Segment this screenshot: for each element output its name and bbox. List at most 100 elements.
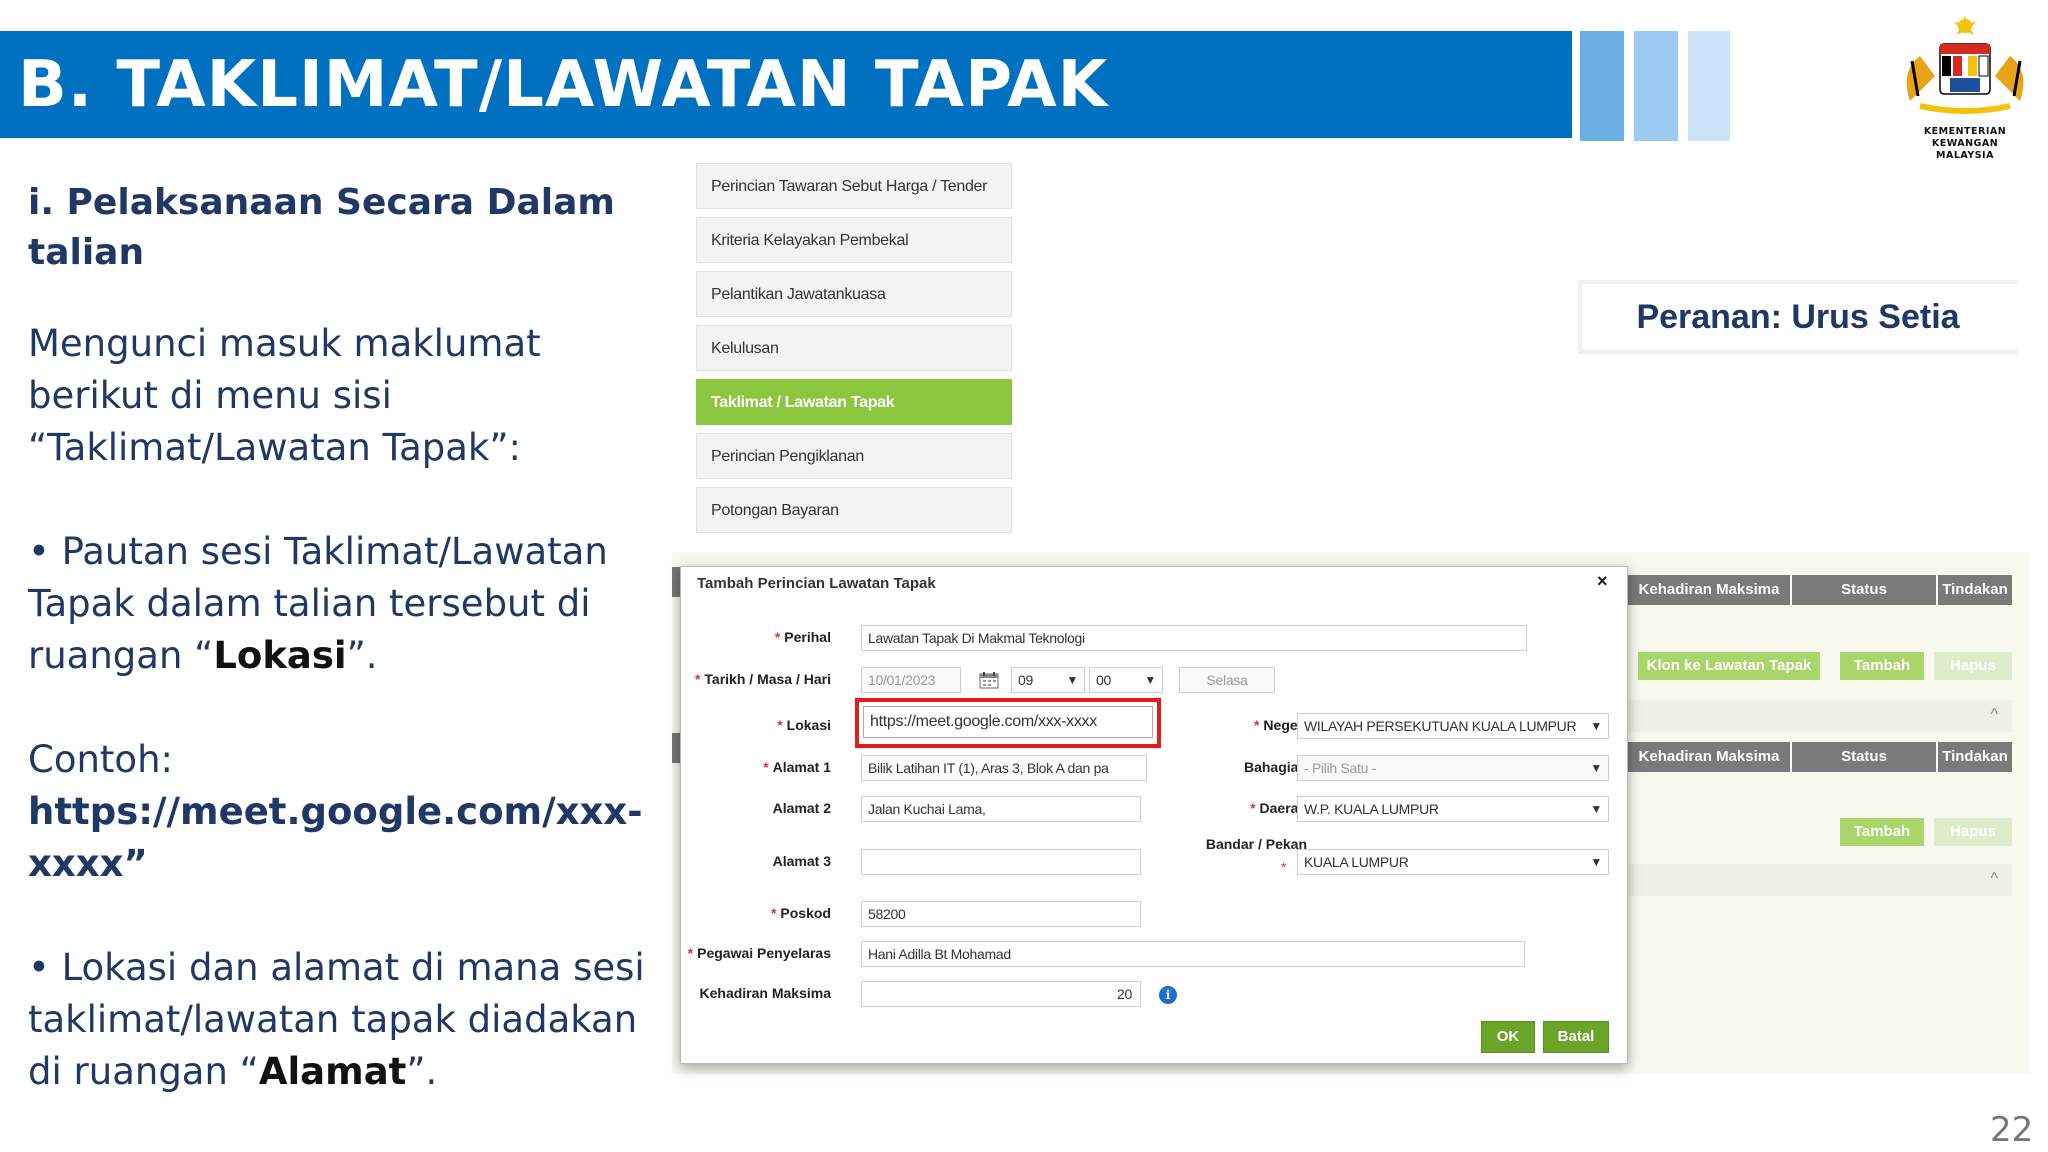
- negeri-value: WILAYAH PERSEKUTUAN KUALA LUMPUR: [1304, 718, 1577, 734]
- hour-value: 09: [1018, 672, 1033, 688]
- perihal-input[interactable]: Lawatan Tapak Di Makmal Teknologi: [861, 625, 1527, 651]
- header-decoration-bar: [1688, 31, 1730, 141]
- minute-value: 00: [1096, 672, 1111, 688]
- menu-item-taklimat-active[interactable]: Taklimat / Lawatan Tapak: [696, 379, 1012, 425]
- label-text: Pegawai Penyelaras: [697, 945, 831, 961]
- instruction-paragraph: Mengunci masuk maklumat berikut di menu …: [28, 322, 541, 469]
- chevron-down-icon: ▼: [1066, 673, 1078, 687]
- header-decoration-bar: [1580, 31, 1624, 141]
- ministry-name: KEMENTERIAN KEWANGAN: [1923, 126, 2007, 149]
- required-mark: *: [694, 671, 701, 687]
- info-icon[interactable]: i: [1159, 986, 1177, 1004]
- menu-item-potongan[interactable]: Potongan Bayaran: [696, 487, 1012, 533]
- menu-item-pengiklanan[interactable]: Perincian Pengiklanan: [696, 433, 1012, 479]
- chevron-down-icon: ▼: [1586, 714, 1602, 738]
- label-alamat2: Alamat 2: [772, 800, 831, 816]
- column-header-tindakan: Tindakan: [1942, 748, 2008, 765]
- instruction-lokasi: • Pautan sesi Taklimat/Lawatan Tapak dal…: [28, 526, 668, 682]
- chevron-down-icon: ▼: [1590, 855, 1602, 869]
- menu-item-pelantikan[interactable]: Pelantikan Jawatankuasa: [696, 271, 1012, 317]
- country-name: MALAYSIA: [1936, 150, 1994, 161]
- label-lokasi: * Lokasi: [777, 717, 831, 733]
- side-menu: Perincian Tawaran Sebut Harga / Tender K…: [696, 163, 1012, 541]
- hour-select[interactable]: 09 ▼: [1011, 667, 1085, 693]
- lokasi-highlight-box: [855, 698, 1161, 748]
- cancel-button[interactable]: Batal: [1543, 1021, 1609, 1053]
- add-button[interactable]: Tambah: [1840, 818, 1924, 846]
- label-text: Poskod: [780, 905, 831, 921]
- slide-title: B. TAKLIMAT/LAWATAN TAPAK: [18, 48, 1109, 122]
- chevron-up-icon[interactable]: ^: [1990, 706, 1998, 724]
- negeri-select[interactable]: WILAYAH PERSEKUTUAN KUALA LUMPUR ▼: [1297, 713, 1609, 739]
- clone-button[interactable]: Klon ke Lawatan Tapak: [1638, 652, 1820, 680]
- label-text: Tarikh / Masa / Hari: [704, 671, 831, 687]
- label-bandar: Bandar / Pekan: [1205, 836, 1307, 852]
- instruction-text: i. Pelaksanaan Secara Dalam talian Mengu…: [28, 178, 668, 1150]
- chevron-down-icon: ▼: [1144, 673, 1156, 687]
- date-input[interactable]: 10/01/2023: [861, 667, 961, 693]
- required-mark: *: [763, 759, 769, 775]
- column-header-status: Status: [1792, 742, 1938, 772]
- chevron-down-icon: ▼: [1590, 802, 1602, 816]
- example-label: Contoh:: [28, 738, 173, 781]
- chevron-up-icon[interactable]: ^: [1990, 870, 1998, 888]
- coat-of-arms-icon: [1906, 16, 2024, 114]
- minute-select[interactable]: 00 ▼: [1089, 667, 1163, 693]
- required-mark: *: [1250, 800, 1256, 816]
- calendar-icon[interactable]: [979, 671, 999, 689]
- alamat1-input[interactable]: Bilik Latihan IT (1), Aras 3, Blok A dan…: [861, 755, 1147, 781]
- add-button[interactable]: Tambah: [1840, 652, 1924, 680]
- label-poskod: * Poskod: [771, 905, 831, 921]
- page-number: 22: [1990, 1110, 2034, 1150]
- bahagian-select[interactable]: - Pilih Satu - ▼: [1297, 755, 1609, 781]
- instruction-alamat: • Lokasi dan alamat di mana sesi taklima…: [28, 942, 668, 1098]
- menu-item-kriteria-kelayakan[interactable]: Kriteria Kelayakan Pembekal: [696, 217, 1012, 263]
- required-mark: *: [1281, 859, 1287, 875]
- required-mark: *: [1253, 717, 1260, 733]
- header-decoration-bar: [1634, 31, 1678, 141]
- pegawai-input[interactable]: Hani Adilla Bt Mohamad: [861, 941, 1525, 967]
- required-mark: *: [774, 629, 781, 645]
- label-alamat1: * Alamat 1: [763, 759, 831, 775]
- role-label: Peranan: Urus Setia: [1636, 298, 1960, 336]
- collapse-bar[interactable]: ^: [1628, 864, 2012, 896]
- label-tarikh: * Tarikh / Masa / Hari: [695, 671, 831, 687]
- field-name-lokasi: Lokasi: [213, 634, 347, 677]
- required-mark: *: [770, 905, 777, 921]
- add-site-visit-dialog: Tambah Perincian Lawatan Tapak × * Periha…: [680, 566, 1628, 1064]
- text-segment: ”.: [406, 1050, 438, 1093]
- ministry-label: KEMENTERIAN KEWANGAN MALAYSIA: [1890, 126, 2040, 162]
- example-block: Contoh: https://meet.google.com/xxx-xxxx”: [28, 734, 668, 890]
- column-header-status: Status: [1792, 575, 1938, 605]
- label-text: Perihal: [784, 629, 831, 645]
- label-alamat3: Alamat 3: [772, 853, 831, 869]
- label-perihal: * Perihal: [775, 629, 831, 645]
- table-header: Kehadiran Maksima Status Tindakan: [1628, 742, 2012, 772]
- required-mark: *: [777, 717, 783, 733]
- label-kehadiran: Kehadiran Maksima: [699, 985, 832, 1001]
- bahagian-value: - Pilih Satu -: [1304, 760, 1377, 776]
- ok-button[interactable]: OK: [1481, 1021, 1535, 1053]
- bandar-select[interactable]: KUALA LUMPUR ▼: [1297, 849, 1609, 875]
- alamat3-input[interactable]: [861, 849, 1141, 875]
- collapse-bar[interactable]: ^: [1628, 700, 2012, 732]
- delete-button[interactable]: Hapus: [1934, 652, 2012, 680]
- column-header-tindakan: Tindakan: [1942, 581, 2008, 598]
- label-text: Alamat 1: [772, 759, 831, 775]
- close-icon[interactable]: ×: [1597, 571, 1608, 592]
- table-header: Kehadiran Maksima Status Tindakan: [1628, 575, 2012, 605]
- column-header-kehadiran: Kehadiran Maksima: [1628, 742, 1792, 772]
- column-header-kehadiran: Kehadiran Maksima: [1628, 575, 1792, 605]
- kehadiran-input[interactable]: 20: [861, 981, 1141, 1007]
- bandar-value: KUALA LUMPUR: [1304, 854, 1409, 870]
- required-mark: *: [687, 945, 694, 961]
- menu-item-kelulusan[interactable]: Kelulusan: [696, 325, 1012, 371]
- menu-item-perincian-tawaran[interactable]: Perincian Tawaran Sebut Harga / Tender: [696, 163, 1012, 209]
- daerah-value: W.P. KUALA LUMPUR: [1304, 801, 1439, 817]
- example-link: https://meet.google.com/xxx-xxxx”: [28, 790, 643, 885]
- alamat2-input[interactable]: Jalan Kuchai Lama,: [861, 796, 1141, 822]
- text-segment: ”.: [346, 634, 378, 677]
- delete-button[interactable]: Hapus: [1934, 818, 2012, 846]
- poskod-input[interactable]: 58200: [861, 901, 1141, 927]
- daerah-select[interactable]: W.P. KUALA LUMPUR ▼: [1297, 796, 1609, 822]
